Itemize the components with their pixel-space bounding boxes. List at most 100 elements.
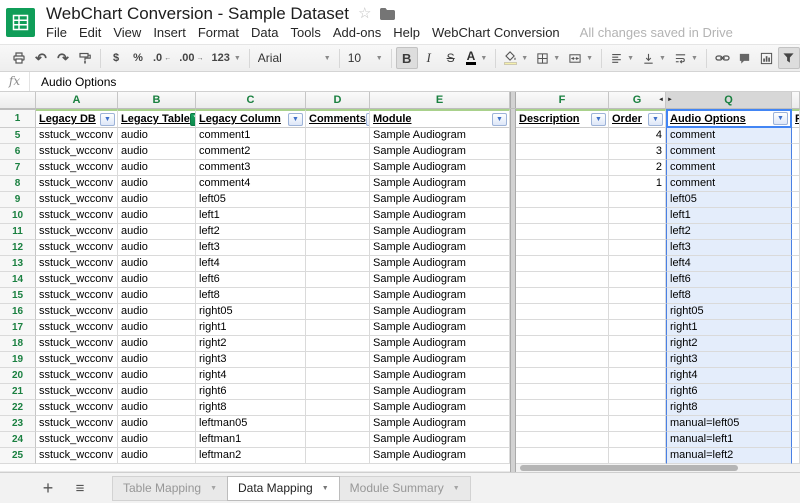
filter-button[interactable]	[778, 47, 800, 69]
column-letter-d[interactable]: D	[306, 92, 370, 108]
header-cell-module[interactable]: Module▼	[370, 109, 510, 128]
cell[interactable]: 1	[609, 176, 666, 192]
cell[interactable]: right1	[666, 320, 792, 336]
row-number[interactable]: 13	[0, 256, 36, 272]
cell[interactable]	[306, 176, 370, 192]
cell[interactable]	[516, 368, 609, 384]
cell[interactable]: Sample Audiogram	[370, 208, 510, 224]
row-number[interactable]: 25	[0, 448, 36, 464]
sheet-tab-module-summary[interactable]: Module Summary▼	[339, 476, 471, 501]
cell[interactable]: left4	[196, 256, 306, 272]
cell[interactable]: audio	[118, 288, 196, 304]
header-cell-fi[interactable]: Fi	[792, 109, 800, 128]
header-cell-description[interactable]: Description▼	[516, 109, 609, 128]
cell[interactable]: audio	[118, 304, 196, 320]
cell[interactable]	[516, 400, 609, 416]
cell[interactable]	[306, 336, 370, 352]
cell[interactable]	[792, 272, 800, 288]
document-title[interactable]: WebChart Conversion - Sample Dataset	[46, 4, 349, 24]
cell[interactable]	[792, 336, 800, 352]
cell[interactable]	[516, 416, 609, 432]
row-number[interactable]: 22	[0, 400, 36, 416]
cell[interactable]	[609, 320, 666, 336]
cell[interactable]: Sample Audiogram	[370, 448, 510, 464]
percent-format-button[interactable]: %	[127, 47, 149, 69]
cell[interactable]	[609, 400, 666, 416]
cell[interactable]	[306, 288, 370, 304]
cell[interactable]: comment	[666, 128, 792, 144]
header-cell-audio-options[interactable]: Audio Options▼	[666, 109, 792, 128]
cell[interactable]	[609, 224, 666, 240]
cell[interactable]	[609, 304, 666, 320]
cell[interactable]	[792, 256, 800, 272]
cell[interactable]	[306, 208, 370, 224]
insert-link-button[interactable]	[711, 47, 734, 69]
text-wrap-button[interactable]: ▼	[670, 47, 702, 69]
cell[interactable]: sstuck_wcconv	[36, 384, 118, 400]
cell[interactable]: right6	[666, 384, 792, 400]
cell[interactable]: audio	[118, 352, 196, 368]
cell[interactable]: comment	[666, 160, 792, 176]
cell[interactable]: left3	[666, 240, 792, 256]
cell[interactable]	[609, 432, 666, 448]
cell[interactable]	[516, 432, 609, 448]
cell[interactable]	[516, 256, 609, 272]
cell[interactable]: right6	[196, 384, 306, 400]
cell[interactable]: comment2	[196, 144, 306, 160]
cell[interactable]	[609, 240, 666, 256]
folder-icon[interactable]	[380, 8, 395, 20]
cell[interactable]	[306, 400, 370, 416]
cell[interactable]	[516, 128, 609, 144]
cell[interactable]	[792, 448, 800, 464]
cell[interactable]: manual=left1	[666, 432, 792, 448]
cell[interactable]	[306, 368, 370, 384]
cell[interactable]: right3	[666, 352, 792, 368]
cell[interactable]	[516, 448, 609, 464]
row-number[interactable]: 17	[0, 320, 36, 336]
cell[interactable]	[516, 160, 609, 176]
cell[interactable]	[792, 368, 800, 384]
row-number[interactable]: 18	[0, 336, 36, 352]
cell[interactable]: sstuck_wcconv	[36, 352, 118, 368]
cell[interactable]: Sample Audiogram	[370, 320, 510, 336]
formula-input[interactable]: Audio Options	[30, 75, 116, 89]
cell[interactable]: audio	[118, 160, 196, 176]
cell[interactable]	[516, 240, 609, 256]
row-number[interactable]: 10	[0, 208, 36, 224]
cell[interactable]	[306, 432, 370, 448]
cell[interactable]: sstuck_wcconv	[36, 288, 118, 304]
cell[interactable]	[792, 288, 800, 304]
cell[interactable]	[792, 400, 800, 416]
row-number[interactable]: 15	[0, 288, 36, 304]
cell[interactable]	[516, 304, 609, 320]
menu-item-edit[interactable]: Edit	[73, 25, 107, 40]
filter-dropdown-button[interactable]: ▼	[492, 113, 507, 126]
cell[interactable]: sstuck_wcconv	[36, 192, 118, 208]
cell[interactable]: left3	[196, 240, 306, 256]
column-letter-g[interactable]: G◄	[609, 92, 666, 108]
column-letter-a[interactable]: A	[36, 92, 118, 108]
cell[interactable]	[516, 272, 609, 288]
cell[interactable]	[792, 176, 800, 192]
cell[interactable]: right05	[196, 304, 306, 320]
cell[interactable]: Sample Audiogram	[370, 304, 510, 320]
cell[interactable]: sstuck_wcconv	[36, 160, 118, 176]
cell[interactable]: Sample Audiogram	[370, 160, 510, 176]
row-number[interactable]: 6	[0, 144, 36, 160]
cell[interactable]	[609, 416, 666, 432]
cell[interactable]: right1	[196, 320, 306, 336]
cell[interactable]: leftman05	[196, 416, 306, 432]
cell[interactable]: left1	[666, 208, 792, 224]
cell[interactable]	[792, 224, 800, 240]
cell[interactable]	[306, 240, 370, 256]
undo-button[interactable]: ↶	[30, 47, 52, 69]
cell[interactable]: manual=left05	[666, 416, 792, 432]
merge-cells-button[interactable]: ▼	[564, 47, 597, 69]
cell[interactable]: sstuck_wcconv	[36, 176, 118, 192]
cell[interactable]: sstuck_wcconv	[36, 320, 118, 336]
menu-item-file[interactable]: File	[46, 25, 73, 40]
cell[interactable]: left2	[666, 224, 792, 240]
cell[interactable]: Sample Audiogram	[370, 272, 510, 288]
cell[interactable]	[306, 384, 370, 400]
cell[interactable]: sstuck_wcconv	[36, 400, 118, 416]
